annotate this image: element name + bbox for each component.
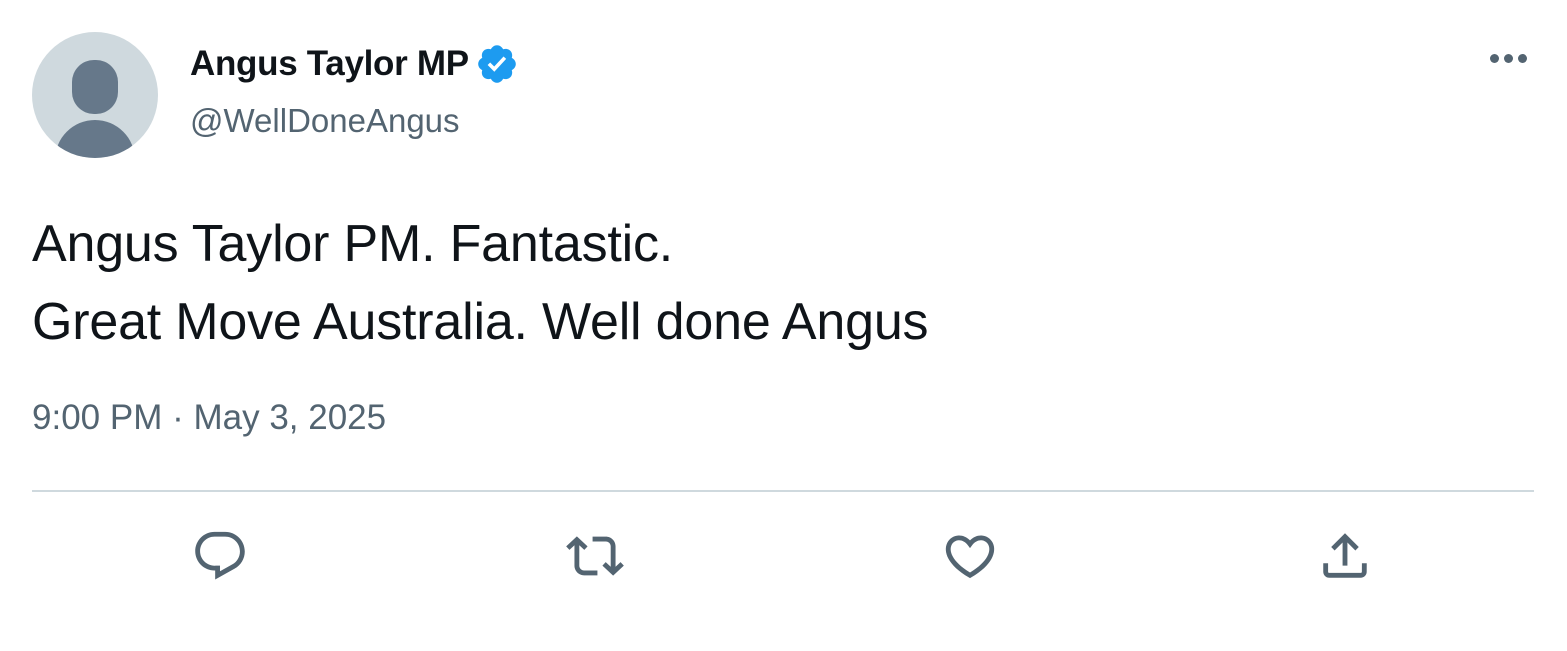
retweet-button[interactable]: [565, 526, 625, 586]
verified-badge-icon: [475, 42, 519, 86]
avatar-placeholder-head: [72, 60, 118, 114]
tweet-actions-bar: [0, 520, 1567, 592]
like-button[interactable]: [940, 526, 1000, 586]
like-icon: [945, 535, 995, 579]
more-options-icon[interactable]: [1484, 44, 1532, 72]
divider: [32, 490, 1534, 492]
tweet-timestamp[interactable]: 9:00 PM · May 3, 2025: [32, 398, 386, 438]
author-handle[interactable]: @WellDoneAngus: [190, 102, 460, 140]
reply-button[interactable]: [190, 526, 250, 586]
retweet-icon: [566, 536, 624, 576]
tweet-time: 9:00 PM: [32, 398, 163, 437]
avatar[interactable]: [32, 32, 158, 158]
reply-icon: [195, 531, 245, 580]
tweet-date: May 3, 2025: [193, 398, 387, 437]
more-dot: [1503, 53, 1513, 63]
tweet-text-line: Angus Taylor PM. Fantastic.: [32, 215, 674, 273]
author-name-row: Angus Taylor MP: [190, 40, 519, 88]
more-dot: [1517, 53, 1527, 63]
share-icon: [1323, 533, 1367, 578]
avatar-placeholder-body: [55, 120, 135, 158]
timestamp-separator: ·: [172, 398, 184, 437]
author-display-name[interactable]: Angus Taylor MP: [190, 44, 469, 84]
share-button[interactable]: [1315, 526, 1375, 586]
tweet-card: Angus Taylor MP @WellDoneAngus Angus Tay…: [0, 0, 1567, 651]
tweet-text: Angus Taylor PM. Fantastic. Great Move A…: [32, 205, 929, 361]
more-dot: [1489, 53, 1499, 63]
tweet-text-line: Great Move Australia. Well done Angus: [32, 293, 929, 351]
